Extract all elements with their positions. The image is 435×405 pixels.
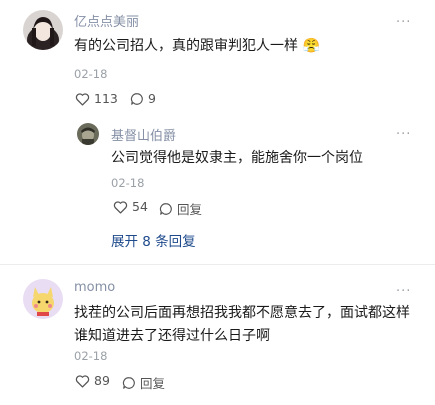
like-count: 113 xyxy=(94,91,118,106)
comment-username[interactable]: momo xyxy=(74,280,115,295)
like-button[interactable]: 113 xyxy=(75,91,118,106)
comment-bubble-icon xyxy=(130,92,143,105)
comment-text-content: 有的公司招人，真的跟审判犯人一样 xyxy=(74,38,298,54)
expand-replies-link[interactable]: 展开 8 条回复 xyxy=(111,230,196,250)
comment-date: 02-18 xyxy=(74,349,108,363)
reply-more-options-icon[interactable]: ··· xyxy=(396,128,411,141)
reply-label: 回复 xyxy=(140,376,166,391)
more-options-icon[interactable]: ··· xyxy=(396,285,411,298)
more-options-icon[interactable]: ··· xyxy=(396,16,411,29)
avatar-momo[interactable] xyxy=(23,279,63,319)
heart-icon xyxy=(75,92,90,106)
reply-username[interactable]: 基督山伯爵 xyxy=(111,125,176,144)
comment-username[interactable]: 亿点点美丽 xyxy=(74,11,139,30)
comment-bubble-icon xyxy=(122,376,135,389)
replies-button[interactable]: 9 xyxy=(130,91,156,106)
comment-date: 02-18 xyxy=(74,67,108,81)
comment-text-line-2: 谁知道进去了还得过什么日子啊 xyxy=(74,328,270,344)
reply-reply-button[interactable]: 回复 xyxy=(159,199,202,218)
comment-text-line-1: 找茬的公司后面再想招我我都不愿意去了，面试都这样 xyxy=(74,305,410,321)
comment-bubble-icon xyxy=(159,202,172,215)
reply-date: 02-18 xyxy=(111,176,145,190)
heart-icon xyxy=(75,374,90,388)
like-count: 89 xyxy=(94,373,110,388)
reply-like-count: 54 xyxy=(132,199,148,214)
reply-like-button[interactable]: 54 xyxy=(113,199,148,214)
comment-divider xyxy=(0,264,435,265)
like-button[interactable]: 89 xyxy=(75,373,110,388)
avatar-jidushan[interactable] xyxy=(77,123,99,145)
avatar-yidiandian[interactable] xyxy=(23,10,63,50)
reply-text: 公司觉得他是奴隶主，能施舍你一个岗位 xyxy=(111,150,363,166)
reply-button[interactable]: 回复 xyxy=(122,373,165,392)
comment-text: 有的公司招人，真的跟审判犯人一样 😤 xyxy=(74,34,320,58)
reply-label: 回复 xyxy=(177,202,203,217)
reply-count: 9 xyxy=(148,91,156,106)
angry-face-emoji: 😤 xyxy=(302,38,320,54)
heart-icon xyxy=(113,200,128,214)
